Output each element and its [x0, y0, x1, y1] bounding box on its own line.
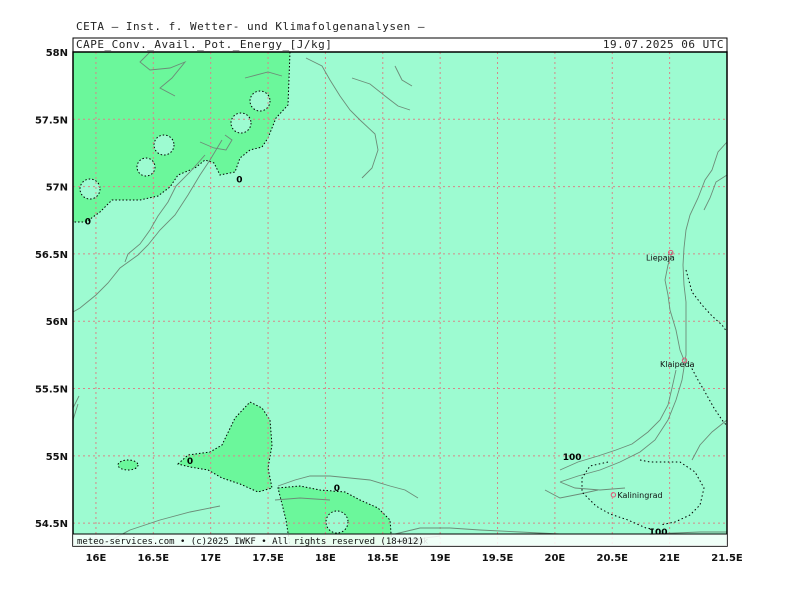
- lat-tick-label: 57.5N: [35, 115, 68, 126]
- lat-tick-label: 55.5N: [35, 385, 68, 396]
- lat-tick-label: 56N: [46, 317, 68, 328]
- cape-hole: [230, 112, 252, 134]
- city-label: Klaipeda: [660, 360, 695, 369]
- lat-tick-label: 54.5N: [35, 519, 68, 530]
- lon-tick-label: 20E: [545, 553, 566, 564]
- cape-map: 0000100100 LiepajaKlaipedaKaliningradGda…: [35, 37, 743, 564]
- lon-tick-label: 18E: [315, 553, 336, 564]
- contour-label: 0: [85, 217, 91, 227]
- contour-label: 0: [236, 176, 242, 186]
- city-label: Liepaja: [646, 254, 675, 263]
- lon-tick-label: 16E: [86, 553, 107, 564]
- lat-tick-label: 57N: [46, 183, 68, 194]
- header-box: [72, 37, 728, 53]
- lon-tick-label: 21.5E: [711, 553, 743, 564]
- cape-hole: [136, 157, 156, 177]
- lon-tick-label: 19.5E: [482, 553, 514, 564]
- lon-tick-label: 18.5E: [367, 553, 399, 564]
- lon-tick-label: 16.5E: [138, 553, 170, 564]
- city-label: Kaliningrad: [617, 491, 662, 500]
- lon-tick-label: 20.5E: [597, 553, 629, 564]
- footer-copyright: meteo-services.com • (c)2025 IWKF • All …: [77, 537, 424, 547]
- lat-tick-label: 58N: [46, 48, 68, 59]
- lon-tick-label: 21E: [659, 553, 680, 564]
- lon-tick-label: 19E: [430, 553, 451, 564]
- cape-hole: [153, 134, 175, 156]
- cape-hole: [79, 178, 101, 200]
- contour-label: 100: [563, 453, 582, 463]
- cape-hole: [325, 510, 349, 534]
- contour-label: 0: [334, 484, 340, 494]
- cape-hole: [249, 90, 271, 112]
- cape-small-zone: [117, 459, 139, 471]
- lat-tick-label: 56.5N: [35, 250, 68, 261]
- contour-label: 0: [187, 457, 193, 467]
- lon-tick-label: 17E: [200, 553, 221, 564]
- lon-tick-label: 17.5E: [252, 553, 284, 564]
- lat-tick-label: 55N: [46, 452, 68, 463]
